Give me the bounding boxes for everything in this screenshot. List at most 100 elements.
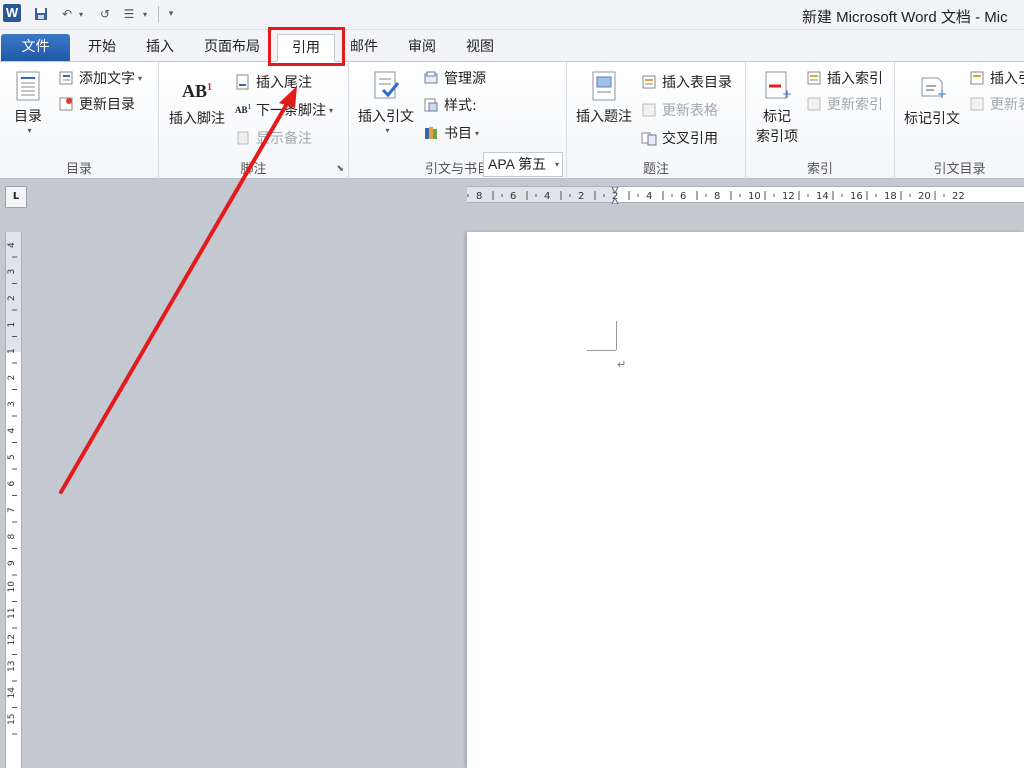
ruler-tick-label: 10 <box>7 581 17 593</box>
update-table-icon <box>641 102 657 118</box>
tab-insert[interactable]: 插入 <box>134 34 186 61</box>
citation-style-select[interactable]: APA 第五 ▾ <box>483 152 563 177</box>
tab-view[interactable]: 视图 <box>455 34 505 61</box>
ribbon: 目录 ▾ 添加文字 ▾ 更新目录 目录 AB1 插入脚注 插入尾注 AB1 下一条… <box>0 62 1024 179</box>
ruler-tick-label: 8 <box>476 191 482 202</box>
ruler-tick-label: 2 <box>7 295 17 301</box>
chevron-down-icon: ▾ <box>27 126 32 135</box>
ruler-tick-label: 12 <box>782 191 795 202</box>
margin-corner-mark <box>587 350 616 351</box>
ruler-tick-label: 1 <box>7 348 17 354</box>
margin-corner-mark <box>616 321 617 350</box>
tab-home[interactable]: 开始 <box>76 34 128 61</box>
vertical-ruler[interactable]: 4 3 2 1 1 2 3 4 5 6 7 8 9 10 11 12 13 14 15 <box>5 232 22 768</box>
next-footnote-icon: AB1 <box>235 102 252 115</box>
update-toa-icon <box>969 96 985 112</box>
bibliography-button[interactable]: 书目 ▾ <box>423 123 479 143</box>
endnote-icon <box>235 74 251 90</box>
ruler-tick-label: 2 <box>7 375 17 381</box>
group-captions: 插入题注 插入表目录 更新表格 交叉引用 题注 <box>567 62 746 179</box>
ruler-tick-label: 10 <box>748 191 761 202</box>
insert-caption-icon <box>589 70 619 102</box>
update-toa-label: 更新表 <box>990 97 1024 113</box>
dialog-launcher-icon[interactable]: ⬊ <box>336 164 344 174</box>
insert-table-of-figures-button[interactable]: 插入表目录 <box>641 72 732 92</box>
ruler-tick-label: 4 <box>544 191 550 202</box>
insert-toa-button[interactable]: 插入引 <box>969 68 1024 88</box>
insert-footnote-button[interactable]: AB1 插入脚注 <box>165 72 229 128</box>
ruler-tick-label: 6 <box>7 481 17 487</box>
group-toc-label: 目录 <box>65 162 92 177</box>
list-icon[interactable]: ☰ <box>120 5 138 23</box>
next-footnote-button[interactable]: AB1 下一条脚注 ▾ <box>235 100 333 120</box>
toc-icon <box>13 70 43 102</box>
document-page[interactable]: ↵ <box>467 232 1024 768</box>
insert-table-of-figures-label: 插入表目录 <box>662 75 732 91</box>
list-dropdown-icon[interactable]: ▾ <box>140 5 150 23</box>
ruler-tick-label: 3 <box>7 401 17 407</box>
mark-citation-label: 标记引文 <box>904 111 960 127</box>
ruler-tick-label: 8 <box>7 534 17 540</box>
insert-citation-icon <box>371 70 401 102</box>
table-of-figures-icon <box>641 74 657 90</box>
update-toc-icon <box>58 96 74 112</box>
ruler-tick-label: 22 <box>952 191 965 202</box>
cross-reference-button[interactable]: 交叉引用 <box>641 128 718 148</box>
customize-quick-access-icon[interactable]: ▾ <box>162 5 180 23</box>
qa-separator <box>158 6 159 22</box>
insert-caption-label: 插入题注 <box>576 109 632 125</box>
cross-reference-icon <box>641 130 657 146</box>
show-notes-icon <box>235 130 251 146</box>
mark-entry-label-1: 标记 <box>763 109 791 125</box>
title-bar: W ↶ ▾ ↺ ☰ ▾ ▾ 新建 Microsoft Word 文档 - Mic <box>0 0 1024 30</box>
mark-citation-icon: + <box>917 72 947 104</box>
tab-review[interactable]: 审阅 <box>397 34 447 61</box>
mark-entry-button[interactable]: + 标记 索引项 <box>750 70 804 146</box>
group-toa-label: 引文目录 <box>933 162 986 177</box>
update-table-button[interactable]: 更新表格 <box>641 100 718 120</box>
tab-page-layout[interactable]: 页面布局 <box>194 34 270 61</box>
add-text-icon <box>58 70 74 86</box>
manage-sources-label: 管理源 <box>444 71 486 87</box>
add-text-button[interactable]: 添加文字 ▾ <box>58 68 142 88</box>
ruler-tick-label: 14 <box>7 687 17 699</box>
tab-selector-button[interactable]: L <box>5 186 27 208</box>
redo-icon[interactable]: ↺ <box>96 5 114 23</box>
bibliography-icon <box>423 125 439 141</box>
update-toa-button[interactable]: 更新表 <box>969 94 1024 114</box>
tab-mailings[interactable]: 邮件 <box>341 34 387 61</box>
chevron-down-icon: ▾ <box>385 126 390 135</box>
update-index-label: 更新索引 <box>827 97 883 113</box>
manage-sources-button[interactable]: 管理源 <box>423 68 486 88</box>
insert-citation-button[interactable]: 插入引文 ▾ <box>353 70 419 135</box>
group-toc: 目录 ▾ 添加文字 ▾ 更新目录 目录 <box>0 62 159 179</box>
horizontal-ruler[interactable]: 8 6 4 2 2 4 6 8 10 12 14 16 18 20 22 <box>467 186 1024 204</box>
mark-citation-button[interactable]: + 标记引文 <box>899 72 965 128</box>
toc-button[interactable]: 目录 ▾ <box>6 70 50 135</box>
ruler-tick-label: 14 <box>816 191 829 202</box>
insert-endnote-label: 插入尾注 <box>256 75 312 91</box>
update-index-icon <box>806 96 822 112</box>
ruler-tick-label: 5 <box>7 454 17 460</box>
word-app-icon[interactable]: W <box>3 4 21 22</box>
undo-icon[interactable]: ↶ <box>58 5 76 23</box>
insert-footnote-label: 插入脚注 <box>169 111 225 127</box>
update-toc-button[interactable]: 更新目录 <box>58 94 135 114</box>
insert-caption-button[interactable]: 插入题注 <box>571 70 637 126</box>
update-toc-label: 更新目录 <box>79 97 135 113</box>
insert-index-label: 插入索引 <box>827 71 883 87</box>
save-icon[interactable] <box>32 5 50 23</box>
tab-file[interactable]: 文件 <box>1 34 70 61</box>
ruler-tick-label: 9 <box>7 560 17 566</box>
update-index-button[interactable]: 更新索引 <box>806 94 883 114</box>
style-label-row: 样式: <box>423 95 477 115</box>
undo-dropdown-icon[interactable]: ▾ <box>76 5 86 23</box>
ruler-tick-label: 6 <box>510 191 516 202</box>
insert-endnote-button[interactable]: 插入尾注 <box>235 72 312 92</box>
svg-text:+: + <box>937 87 947 101</box>
ruler-tick-label: 7 <box>7 507 17 513</box>
mark-entry-label-2: 索引项 <box>756 129 798 145</box>
insert-index-button[interactable]: 插入索引 <box>806 68 883 88</box>
mark-entry-icon: + <box>762 70 792 102</box>
show-notes-button[interactable]: 显示备注 <box>235 128 312 148</box>
